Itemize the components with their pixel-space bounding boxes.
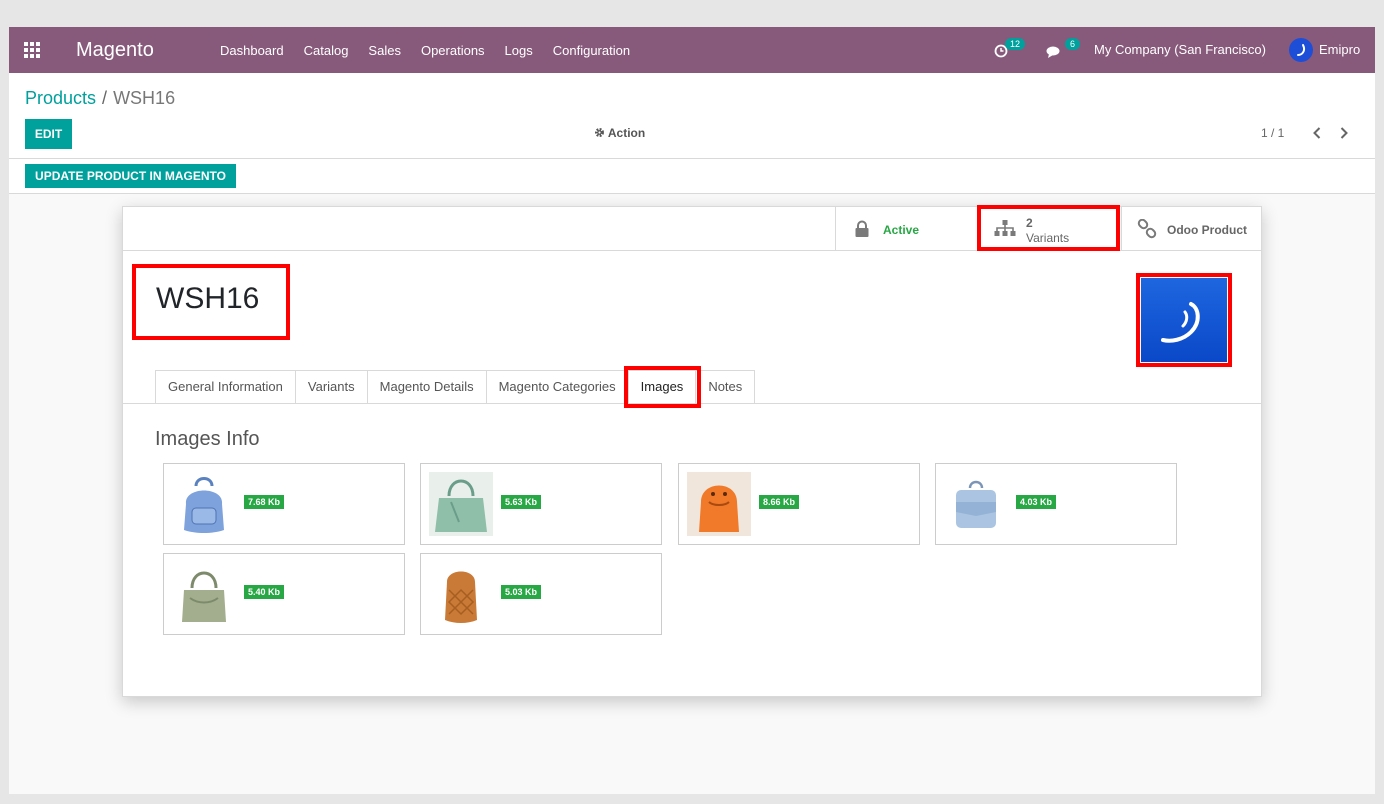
breadcrumb-current: WSH16	[113, 88, 176, 108]
user-menu[interactable]: Emipro	[1319, 42, 1360, 57]
tab-general-information[interactable]: General Information	[155, 370, 295, 404]
smart-button-box: Active 2 Variants Odoo Product	[123, 205, 1261, 251]
chevron-left-icon[interactable]	[1310, 125, 1324, 141]
form-statusbar: UPDATE PRODUCT IN MAGENTO	[9, 159, 1375, 194]
message-count-badge: 6	[1065, 38, 1081, 50]
image-size-badge: 7.68 Kb	[244, 495, 285, 509]
menu-configuration[interactable]: Configuration	[553, 43, 630, 58]
variants-label: Variants	[1026, 231, 1070, 245]
image-card[interactable]: 8.66 Kb	[678, 463, 920, 545]
form-sheet: Active 2 Variants Odoo Product WSH16 Gen…	[122, 205, 1262, 697]
image-card[interactable]: 4.03 Kb	[935, 463, 1177, 545]
edit-button[interactable]: EDIT	[25, 119, 72, 149]
tab-magento-details[interactable]: Magento Details	[366, 370, 486, 404]
messaging-menu[interactable]: 6	[1046, 38, 1081, 60]
menu-sales[interactable]: Sales	[368, 43, 401, 58]
brown-backpack-thumbnail	[429, 562, 493, 626]
link-icon	[1137, 219, 1157, 239]
image-card[interactable]: 7.68 Kb	[163, 463, 405, 545]
breadcrumb-products[interactable]: Products	[25, 88, 96, 108]
menu-operations[interactable]: Operations	[421, 43, 485, 58]
user-avatar[interactable]	[1289, 38, 1313, 62]
app-window: Magento Dashboard Catalog Sales Operatio…	[9, 27, 1375, 794]
olive-handbag-thumbnail	[172, 562, 236, 626]
light-blue-backpack-thumbnail	[944, 472, 1008, 536]
action-label: Action	[607, 126, 646, 140]
active-toggle-button[interactable]: Active	[835, 207, 978, 251]
main-menu: Dashboard Catalog Sales Operations Logs …	[210, 27, 640, 73]
menu-logs[interactable]: Logs	[505, 43, 533, 58]
green-handbag-thumbnail	[429, 472, 493, 536]
image-size-badge: 4.03 Kb	[1016, 495, 1057, 509]
app-brand[interactable]: Magento	[76, 38, 154, 62]
tab-images[interactable]: Images	[627, 370, 696, 404]
gear-icon	[595, 128, 604, 137]
images-section-title: Images Info	[155, 428, 260, 450]
image-size-badge: 5.40 Kb	[244, 585, 285, 599]
tab-magento-categories[interactable]: Magento Categories	[485, 370, 628, 404]
notebook-tabs: General Information Variants Magento Det…	[155, 370, 756, 404]
menu-dashboard[interactable]: Dashboard	[220, 43, 284, 58]
tab-notes[interactable]: Notes	[695, 370, 756, 404]
image-size-badge: 5.63 Kb	[501, 495, 542, 509]
variants-button[interactable]: 2 Variants	[978, 207, 1121, 251]
company-switcher[interactable]: My Company (San Francisco)	[1094, 42, 1266, 57]
active-label: Active	[883, 223, 920, 237]
image-size-badge: 8.66 Kb	[759, 495, 800, 509]
activity-count-badge: 12	[1005, 38, 1026, 50]
odoo-product-label: Odoo Product	[1167, 223, 1247, 237]
variants-count: 2	[1026, 216, 1033, 230]
product-title[interactable]: WSH16	[156, 281, 259, 317]
control-panel: Products / WSH16 EDIT Action 1 / 1	[9, 73, 1375, 159]
product-image[interactable]	[1141, 278, 1227, 362]
orange-backpack-thumbnail	[687, 472, 751, 536]
image-card[interactable]: 5.63 Kb	[420, 463, 662, 545]
sitemap-icon	[994, 220, 1016, 236]
menu-catalog[interactable]: Catalog	[304, 43, 349, 58]
image-card[interactable]: 5.03 Kb	[420, 553, 662, 635]
image-size-badge: 5.03 Kb	[501, 585, 542, 599]
tab-variants[interactable]: Variants	[294, 370, 367, 404]
breadcrumb: Products / WSH16	[25, 87, 175, 109]
chevron-right-icon[interactable]	[1337, 125, 1351, 141]
image-card[interactable]: 5.40 Kb	[163, 553, 405, 635]
breadcrumb-separator: /	[102, 88, 108, 108]
pager-value[interactable]: 1 / 1	[1261, 126, 1284, 140]
comments-icon	[1046, 46, 1060, 58]
top-navbar: Magento Dashboard Catalog Sales Operatio…	[9, 27, 1375, 73]
apps-menu-icon[interactable]	[24, 42, 42, 58]
odoo-product-button[interactable]: Odoo Product	[1121, 207, 1261, 251]
lock-icon	[855, 220, 869, 237]
activity-menu[interactable]: 12	[994, 38, 1028, 60]
update-product-button[interactable]: UPDATE PRODUCT IN MAGENTO	[25, 164, 236, 188]
blue-backpack-thumbnail	[172, 472, 236, 536]
action-menu[interactable]: Action	[594, 126, 645, 140]
